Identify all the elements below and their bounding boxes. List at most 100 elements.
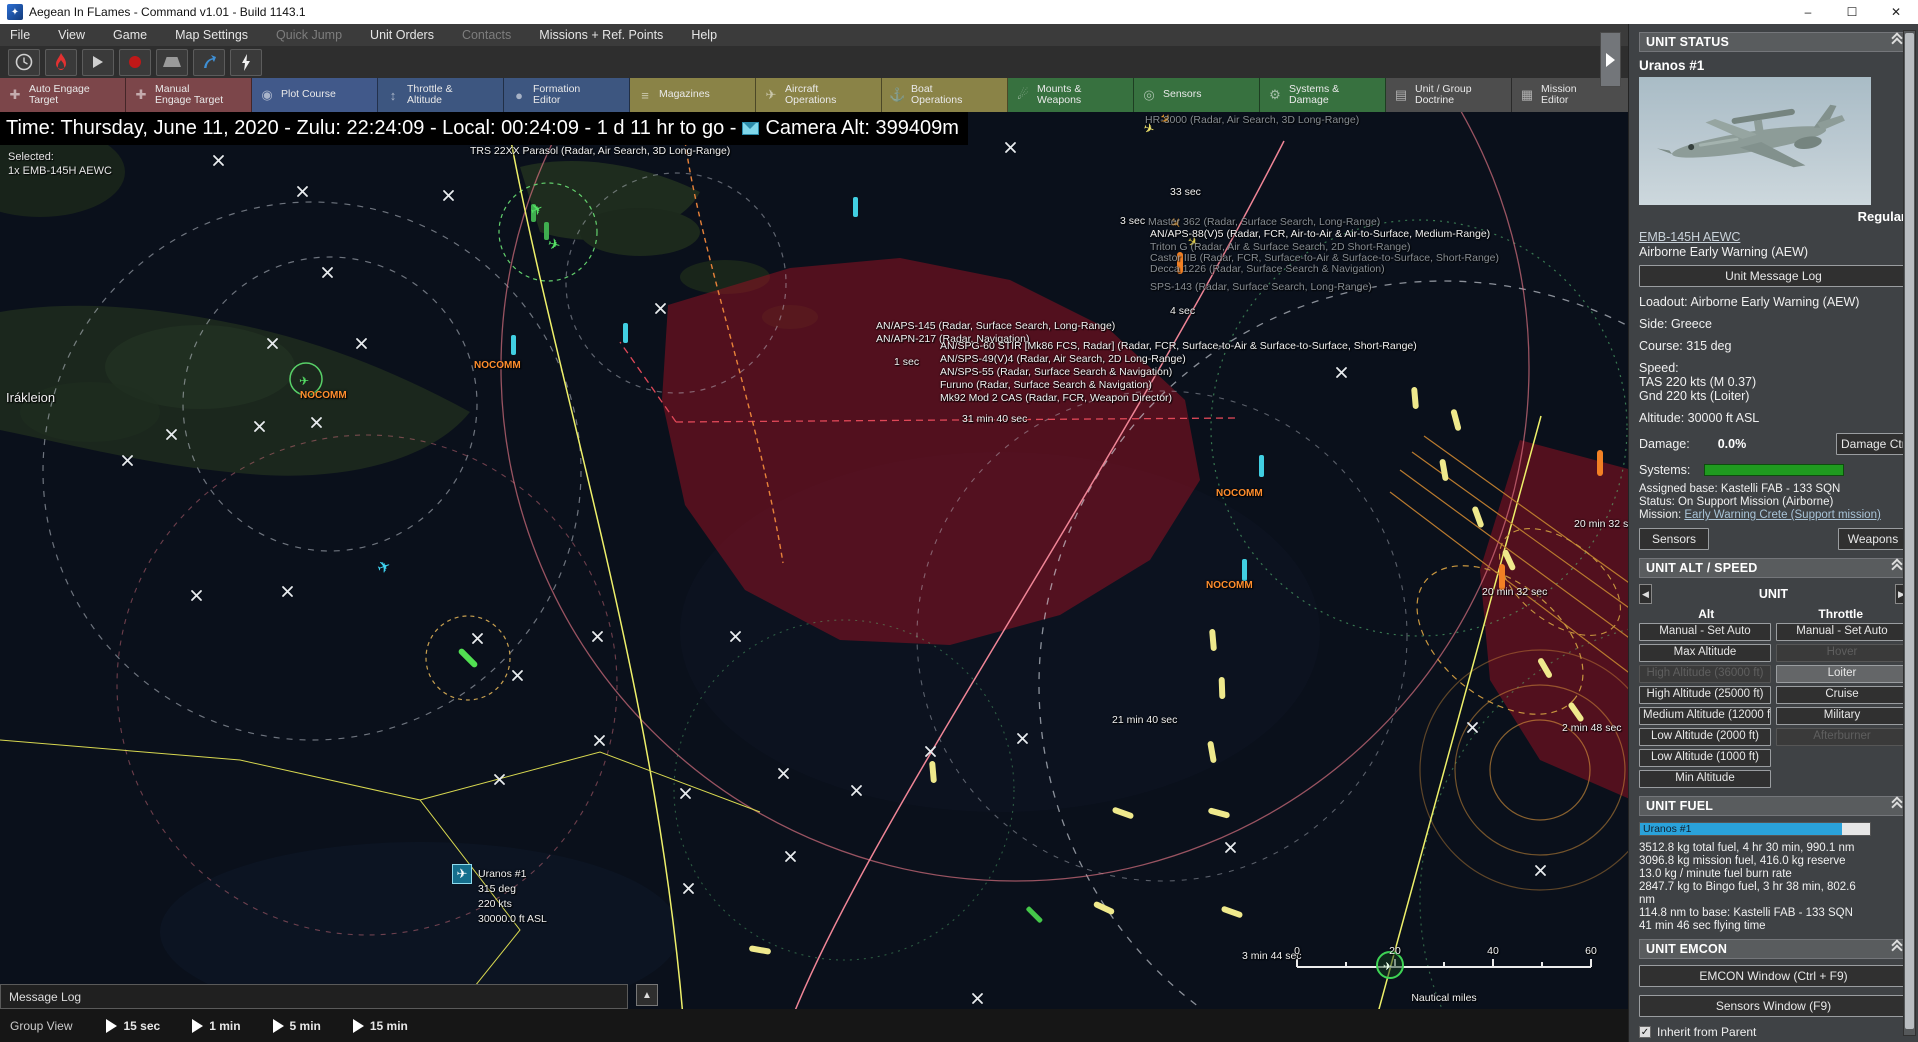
lightning-button[interactable] [230, 49, 262, 76]
doctrine-icon: ▤ [1393, 87, 1409, 103]
checkbox-icon[interactable]: ✓ [1639, 1026, 1651, 1038]
collapse-chevron-icon[interactable] [1893, 564, 1901, 573]
systems-icon: ⚙ [1267, 87, 1283, 103]
scrollbar-thumb[interactable] [1905, 33, 1914, 1029]
unit-message-log-button[interactable]: Unit Message Log [1639, 265, 1908, 287]
menu-quick-jump: Quick Jump [276, 28, 342, 42]
menu-unit-orders[interactable]: Unit Orders [370, 28, 434, 42]
inherit-from-parent-row[interactable]: ✓ Inherit from Parent [1639, 1025, 1908, 1039]
tab-systems-damage[interactable]: ⚙ Systems &Damage [1260, 78, 1386, 112]
menu-missions-ref-points[interactable]: Missions + Ref. Points [539, 28, 663, 42]
tab-auto-engage-target[interactable]: ✚ Auto EngageTarget [0, 78, 126, 112]
speed-15min-button[interactable]: 15 min [353, 1019, 408, 1033]
throttle-manual-button[interactable]: Manual - Set Auto [1776, 623, 1908, 641]
damage-label: Damage: [1639, 437, 1690, 451]
collapse-chevron-icon[interactable] [1893, 945, 1901, 954]
throttle-cruise-button[interactable]: Cruise [1776, 686, 1908, 704]
proficiency-label: Regular [1639, 209, 1906, 224]
fuel-line: 3512.8 kg total fuel, 4 hr 30 min, 990.1… [1639, 842, 1871, 855]
alt-max-button[interactable]: Max Altitude [1639, 644, 1771, 662]
assigned-base-line: Assigned base: Kastelli FAB - 133 SQN [1639, 483, 1908, 496]
tab-formation-editor[interactable]: ● FormationEditor [504, 78, 630, 112]
message-log-label: Message Log [9, 990, 81, 1004]
fuel-line: 41 min 46 sec flying time [1639, 920, 1871, 933]
throttle-column-header: Throttle [1774, 607, 1909, 621]
tab-boat-operations[interactable]: ⚓ BoatOperations [882, 78, 1008, 112]
jump-button[interactable] [193, 49, 225, 76]
close-button[interactable]: ✕ [1874, 0, 1918, 24]
tab-mounts-weapons[interactable]: ☄ Mounts &Weapons [1008, 78, 1134, 112]
unit-fuel-header[interactable]: UNIT FUEL [1639, 796, 1908, 816]
fuel-line: 2847.7 kg to Bingo fuel, 3 hr 38 min, 80… [1639, 881, 1871, 907]
unit-class-link[interactable]: EMB-145H AEWC [1639, 230, 1908, 244]
emcon-window-button[interactable]: EMCON Window (Ctrl + F9) [1639, 965, 1908, 987]
layers-button[interactable] [156, 49, 188, 76]
envelope-icon[interactable] [742, 122, 759, 135]
mission-link[interactable]: Early Warning Crete (Support mission) [1684, 509, 1880, 521]
menu-file[interactable]: File [10, 28, 30, 42]
message-log-expand-button[interactable]: ▲ [636, 984, 658, 1006]
tab-unit-group-doctrine[interactable]: ▤ Unit / GroupDoctrine [1386, 78, 1512, 112]
systems-health-bar [1704, 464, 1844, 476]
tactical-map[interactable]: ✈ ✈ ✈ ✈ ✈ ✈ ✈ ✈ ✈ Time: Thursday, June 1… [0, 112, 1632, 1042]
throttle-loiter-button[interactable]: Loiter [1776, 665, 1908, 683]
collapse-chevron-icon[interactable] [1893, 802, 1901, 811]
collapse-chevron-icon[interactable] [1893, 38, 1901, 47]
group-view-label: Group View [10, 1019, 72, 1033]
map-graphics: ✈ ✈ ✈ ✈ ✈ ✈ ✈ ✈ ✈ [0, 112, 1632, 1042]
play-icon [106, 1019, 117, 1033]
record-button[interactable] [119, 49, 151, 76]
selector-title: UNIT [1652, 587, 1895, 601]
unit-status-header[interactable]: UNIT STATUS [1639, 32, 1908, 52]
selected-label: Selected: [8, 150, 112, 164]
throttle-military-button[interactable]: Military [1776, 707, 1908, 725]
fuel-line: 114.8 nm to base: Kastelli FAB - 133 SQN [1639, 907, 1871, 920]
unit-alt-speed-header[interactable]: UNIT ALT / SPEED [1639, 558, 1908, 578]
alt-low1000-button[interactable]: Low Altitude (1000 ft) [1639, 749, 1771, 767]
record-icon [129, 56, 141, 68]
course-line: Course: 315 deg [1639, 339, 1908, 353]
tab-sensors[interactable]: ◎ Sensors [1134, 78, 1260, 112]
tab-throttle-altitude[interactable]: ↕ Throttle &Altitude [378, 78, 504, 112]
scale-bar [1297, 959, 1591, 967]
selected-value: 1x EMB-145H AEWC [8, 164, 112, 178]
message-log-bar[interactable]: Message Log [0, 984, 628, 1009]
play-icon [93, 56, 103, 68]
menu-view[interactable]: View [58, 28, 85, 42]
speed-1min-button[interactable]: 1 min [192, 1019, 240, 1033]
alt-manual-button[interactable]: Manual - Set Auto [1639, 623, 1771, 641]
menu-game[interactable]: Game [113, 28, 147, 42]
clock-button[interactable] [8, 49, 40, 76]
weapons-button[interactable]: Weapons [1838, 528, 1908, 550]
window-title: Aegean In FLames - Command v1.01 - Build… [29, 5, 306, 19]
speed-gnd: Gnd 220 kts (Loiter) [1639, 389, 1908, 403]
play-button[interactable] [82, 49, 114, 76]
minimize-button[interactable]: – [1786, 0, 1830, 24]
alt-min-button[interactable]: Min Altitude [1639, 770, 1771, 788]
tab-magazines[interactable]: ≡ Magazines [630, 78, 756, 112]
flame-icon [54, 53, 68, 71]
fire-button[interactable] [45, 49, 77, 76]
alt-low2000-button[interactable]: Low Altitude (2000 ft) [1639, 728, 1771, 746]
sensors-window-button[interactable]: Sensors Window (F9) [1639, 995, 1908, 1017]
tab-aircraft-operations[interactable]: ✈ AircraftOperations [756, 78, 882, 112]
panel-collapse-button[interactable] [1600, 32, 1621, 87]
selector-prev-button[interactable]: ◀ [1639, 584, 1652, 604]
tab-plot-course[interactable]: ◉ Plot Course [252, 78, 378, 112]
tab-manual-engage-target[interactable]: ✚ ManualEngage Target [126, 78, 252, 112]
menu-help[interactable]: Help [691, 28, 717, 42]
selected-unit-icon[interactable]: ✈ [452, 864, 472, 884]
blue-arrow-icon [201, 54, 217, 70]
alt-high25000-button[interactable]: High Altitude (25000 ft) [1639, 686, 1771, 704]
panel-scrollbar[interactable] [1903, 30, 1916, 1036]
play-icon [273, 1019, 284, 1033]
sensors-button[interactable]: Sensors [1639, 528, 1709, 550]
unit-emcon-header[interactable]: UNIT EMCON [1639, 939, 1908, 959]
alt-medium-button[interactable]: Medium Altitude (12000 ft) [1639, 707, 1771, 725]
menu-map-settings[interactable]: Map Settings [175, 28, 248, 42]
speed-5min-button[interactable]: 5 min [273, 1019, 321, 1033]
damage-ctrl-button[interactable]: Damage Ctrl [1836, 433, 1908, 455]
damage-value: 0.0% [1718, 437, 1747, 451]
speed-15sec-button[interactable]: 15 sec [106, 1019, 160, 1033]
maximize-button[interactable]: ☐ [1830, 0, 1874, 24]
